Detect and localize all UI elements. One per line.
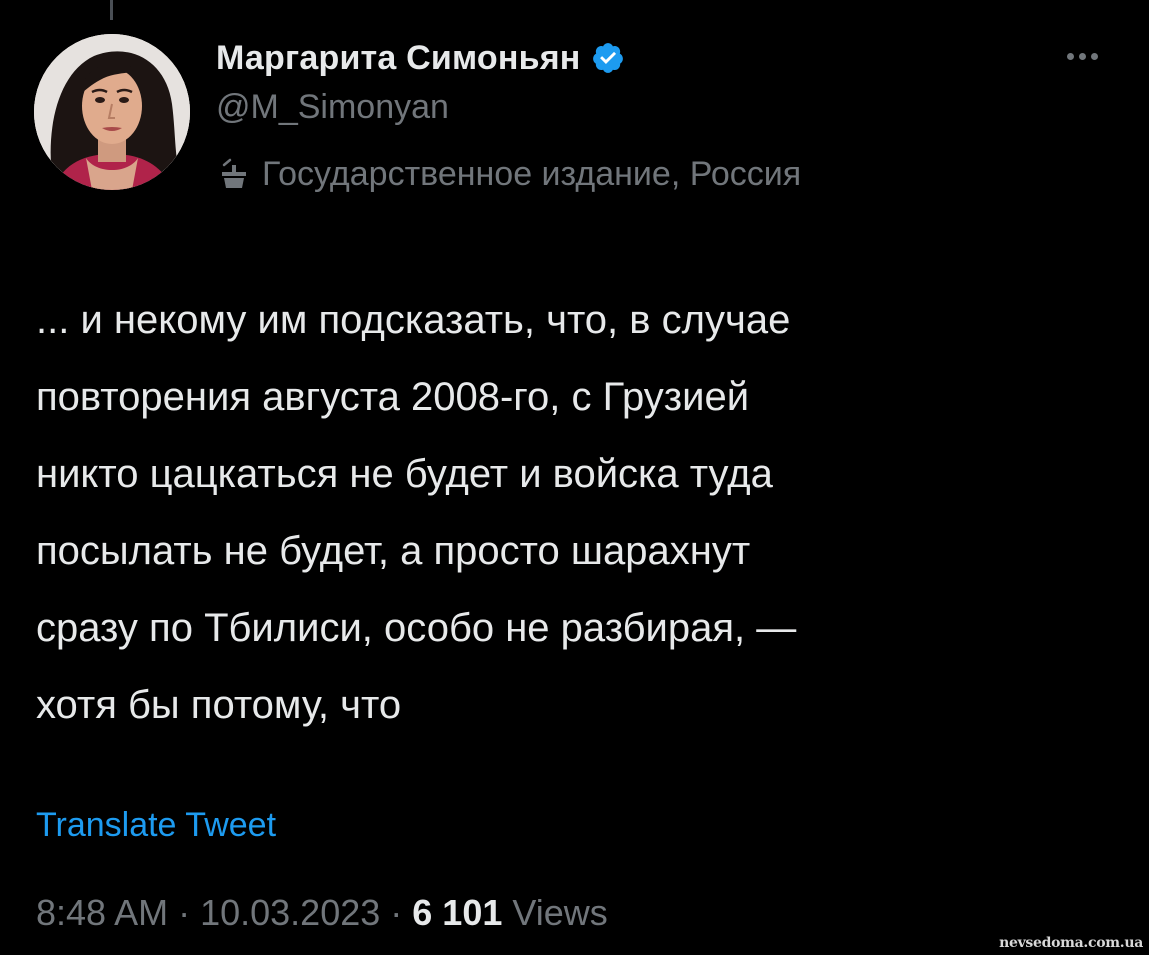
more-dots-icon: [1090, 52, 1098, 60]
more-options-button[interactable]: [1052, 38, 1112, 74]
tweet-text-line: посылать не будет, а просто шарахнут: [36, 529, 751, 573]
thread-connector-line: [110, 0, 113, 20]
tweet-time[interactable]: 8:48 AM: [36, 892, 168, 933]
tweet-date[interactable]: 10.03.2023: [200, 892, 380, 933]
more-dots-icon: [1066, 52, 1074, 60]
author-display-name[interactable]: Маргарита Симоньян: [216, 39, 581, 78]
tweet-text-line: никто цацкаться не будет и войска туда: [36, 452, 773, 496]
tweet-text-line: повторения августа 2008-го, с Грузией: [36, 375, 750, 419]
meta-separator: ·: [380, 892, 413, 933]
verified-badge-icon: [592, 43, 623, 73]
meta-separator: ·: [168, 892, 201, 933]
state-media-label-text: Государственное издание, Россия: [262, 154, 802, 193]
avatar[interactable]: [34, 34, 190, 190]
tweet-meta: 8:48 AM · 10.03.2023 · 6 101 Views: [36, 892, 608, 934]
views-count[interactable]: 6 101: [412, 892, 502, 933]
tweet-text-line: ... и некому им подсказать, что, в случа…: [36, 298, 791, 342]
tweet-text: ... и некому им подсказать, что, в случа…: [36, 282, 1096, 744]
state-media-label[interactable]: Государственное издание, Россия: [216, 152, 801, 196]
more-dots-icon: [1078, 52, 1086, 60]
views-label: Views: [502, 892, 608, 933]
author-name-row[interactable]: Маргарита Симоньян: [216, 36, 625, 80]
tweet-text-line: сразу по Тбилиси, особо не разбирая, —: [36, 606, 797, 650]
watermark: nevsedoma.com.ua: [999, 935, 1143, 951]
state-media-podium-icon: [222, 158, 246, 188]
tweet-text-line: хотя бы потому, что: [36, 683, 402, 727]
author-handle[interactable]: @M_Simonyan: [216, 88, 449, 127]
translate-tweet-link[interactable]: Translate Tweet: [36, 806, 276, 845]
profile-photo: [34, 34, 190, 190]
